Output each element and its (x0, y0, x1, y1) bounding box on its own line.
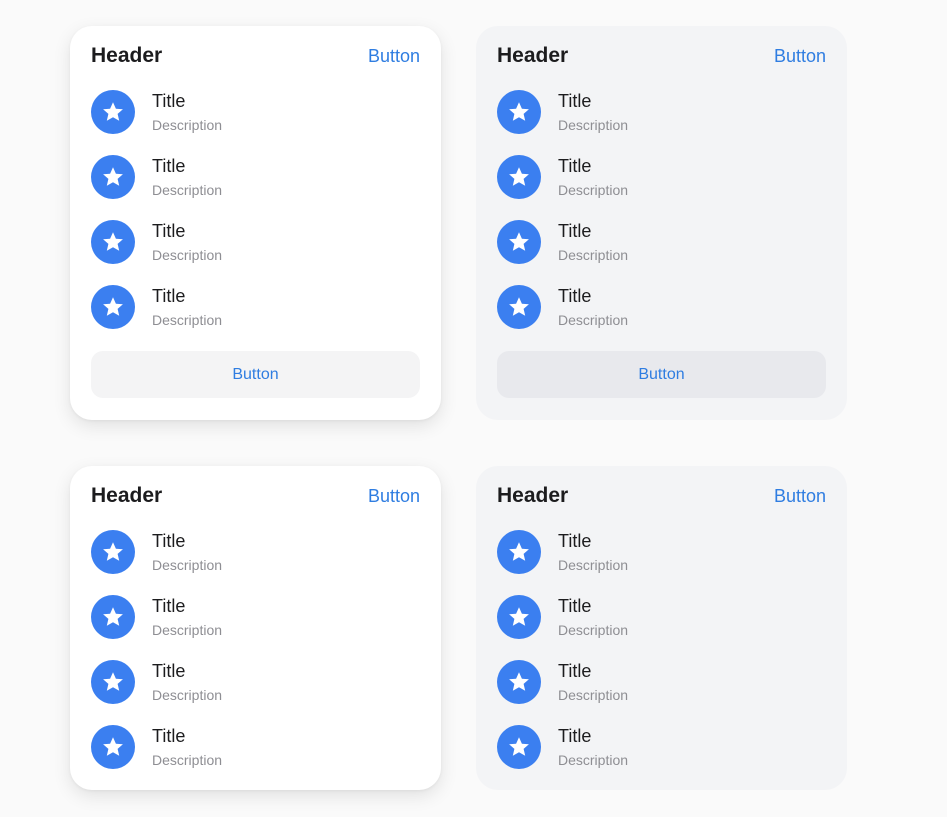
item-list: Title Description Title Description Titl… (497, 530, 826, 790)
item-description: Description (558, 622, 629, 638)
list-item[interactable]: Title Description (497, 285, 826, 350)
list-card-gray-with-footer: Header Button Title Description Title De… (476, 26, 847, 420)
item-title: Title (152, 726, 186, 746)
item-description: Description (152, 687, 223, 703)
card-header-title: Header (497, 484, 569, 507)
item-description: Description (152, 622, 223, 638)
list-item[interactable]: Title Description (497, 660, 826, 725)
item-title: Title (152, 221, 186, 241)
list-item[interactable]: Title Description (91, 220, 420, 285)
item-title: Title (152, 531, 186, 551)
footer-button[interactable]: Button (497, 351, 826, 398)
star-icon (91, 530, 135, 574)
item-title: Title (152, 286, 186, 306)
header-button[interactable]: Button (368, 484, 420, 508)
star-icon (91, 660, 135, 704)
header-button[interactable]: Button (774, 44, 826, 68)
list-item[interactable]: Title Description (91, 595, 420, 660)
card-header-title: Header (91, 484, 163, 507)
list-item[interactable]: Title Description (91, 725, 420, 790)
star-icon (497, 285, 541, 329)
footer-button[interactable]: Button (91, 351, 420, 398)
item-title: Title (558, 531, 592, 551)
item-description: Description (152, 182, 223, 198)
star-icon (91, 155, 135, 199)
item-description: Description (152, 117, 223, 133)
item-title: Title (558, 221, 592, 241)
card-header-title: Header (497, 44, 569, 67)
item-list: Title Description Title Description Titl… (497, 90, 826, 350)
item-title: Title (558, 91, 592, 111)
list-card-white: Header Button Title Description Title De… (70, 466, 441, 790)
header-button[interactable]: Button (774, 484, 826, 508)
item-description: Description (558, 752, 629, 768)
list-card-white-with-footer: Header Button Title Description Title De… (70, 26, 441, 420)
item-title: Title (152, 596, 186, 616)
list-item[interactable]: Title Description (91, 155, 420, 220)
item-title: Title (152, 91, 186, 111)
item-title: Title (558, 596, 592, 616)
item-title: Title (558, 286, 592, 306)
star-icon (91, 220, 135, 264)
item-title: Title (558, 661, 592, 681)
list-item[interactable]: Title Description (497, 220, 826, 285)
item-list: Title Description Title Description Titl… (91, 90, 420, 350)
list-item[interactable]: Title Description (91, 285, 420, 350)
list-item[interactable]: Title Description (91, 530, 420, 595)
star-icon (497, 530, 541, 574)
star-icon (91, 90, 135, 134)
item-description: Description (558, 182, 629, 198)
list-item[interactable]: Title Description (497, 90, 826, 155)
star-icon (497, 595, 541, 639)
item-description: Description (152, 312, 223, 328)
star-icon (91, 725, 135, 769)
item-description: Description (152, 247, 223, 263)
star-icon (497, 90, 541, 134)
list-item[interactable]: Title Description (497, 595, 826, 660)
item-title: Title (152, 156, 186, 176)
list-item[interactable]: Title Description (91, 90, 420, 155)
card-header-title: Header (91, 44, 163, 67)
list-card-gray: Header Button Title Description Title De… (476, 466, 847, 790)
item-description: Description (152, 557, 223, 573)
item-title: Title (152, 661, 186, 681)
item-description: Description (558, 557, 629, 573)
list-item[interactable]: Title Description (497, 155, 826, 220)
star-icon (497, 660, 541, 704)
star-icon (497, 220, 541, 264)
item-description: Description (152, 752, 223, 768)
header-button[interactable]: Button (368, 44, 420, 68)
list-item[interactable]: Title Description (91, 660, 420, 725)
item-title: Title (558, 156, 592, 176)
item-title: Title (558, 726, 592, 746)
star-icon (91, 595, 135, 639)
star-icon (91, 285, 135, 329)
star-icon (497, 725, 541, 769)
item-description: Description (558, 117, 629, 133)
star-icon (497, 155, 541, 199)
list-item[interactable]: Title Description (497, 530, 826, 595)
item-description: Description (558, 312, 629, 328)
list-item[interactable]: Title Description (497, 725, 826, 790)
item-list: Title Description Title Description Titl… (91, 530, 420, 790)
item-description: Description (558, 687, 629, 703)
item-description: Description (558, 247, 629, 263)
